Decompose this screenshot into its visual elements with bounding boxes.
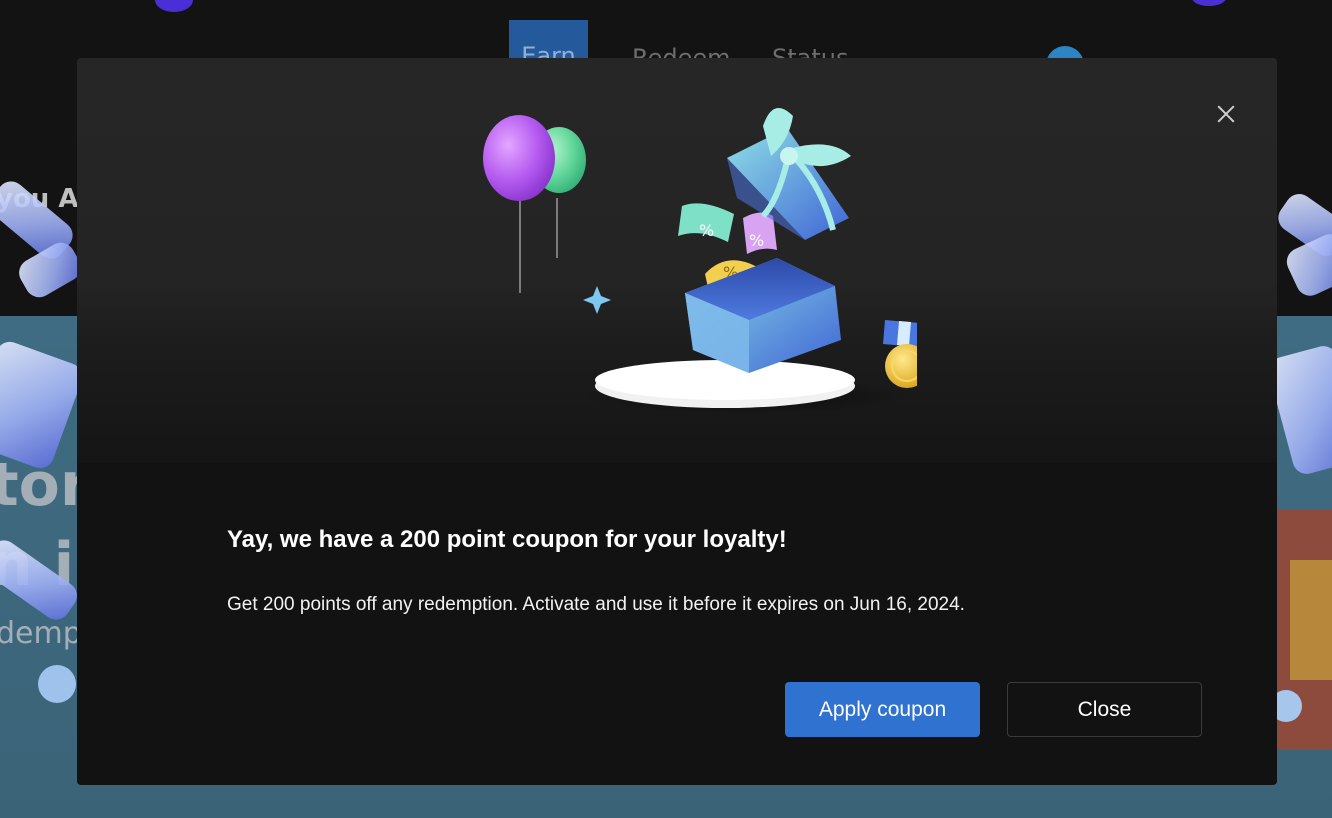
dialog-hero: % % % (77, 58, 1277, 463)
confetti-dot (38, 665, 76, 703)
gift-celebration-illustration: % % % (483, 108, 917, 414)
svg-text:%: % (749, 231, 764, 250)
gift-box-decoration (1290, 560, 1332, 680)
dialog-description: Get 200 points off any redemption. Activ… (227, 594, 965, 615)
svg-text:%: % (699, 221, 714, 240)
close-icon[interactable] (1212, 100, 1240, 128)
coupon-dialog: % % % Yay, we have a 200 point coupon fo… (77, 58, 1277, 785)
apply-coupon-button[interactable]: Apply coupon (785, 682, 980, 737)
background-fragment: demp (0, 616, 82, 651)
dialog-title: Yay, we have a 200 point coupon for your… (227, 526, 787, 553)
close-button[interactable]: Close (1007, 682, 1202, 737)
